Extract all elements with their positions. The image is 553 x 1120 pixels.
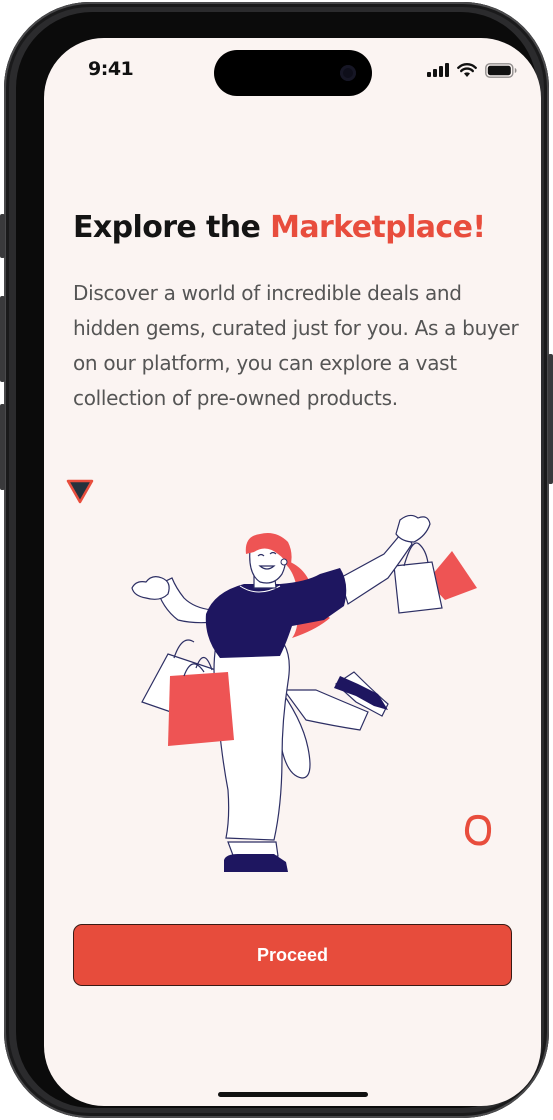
- blob-shape-icon: [464, 814, 492, 846]
- title-text: Explore the: [73, 210, 271, 245]
- title-accent-text: Marketplace!: [270, 210, 486, 245]
- standing-shoe-icon: [224, 854, 288, 872]
- home-indicator[interactable]: [218, 1092, 368, 1097]
- status-time: 9:41: [88, 58, 134, 80]
- status-bar: 9:41: [44, 38, 541, 98]
- action-button: [0, 214, 5, 258]
- front-camera-icon: [340, 65, 356, 81]
- battery-icon: [485, 62, 517, 78]
- proceed-button[interactable]: Proceed: [73, 924, 512, 986]
- triangle-shape-icon: [66, 479, 94, 504]
- wifi-icon: [457, 62, 477, 77]
- screen: 9:41 Explore the Marketplace! Discover a…: [44, 38, 541, 1106]
- power-button: [548, 354, 553, 484]
- cellular-signal-icon: [427, 63, 449, 77]
- description: Discover a world of incredible deals and…: [73, 281, 519, 410]
- page-title: Explore the Marketplace!: [73, 210, 486, 245]
- dynamic-island: [214, 50, 372, 96]
- bezel: 9:41 Explore the Marketplace! Discover a…: [16, 12, 541, 1108]
- shopping-woman-illustration: [66, 479, 492, 872]
- phone-frame: 9:41 Explore the Marketplace! Discover a…: [0, 2, 553, 1118]
- status-icons: [427, 60, 517, 80]
- volume-down-button: [0, 404, 5, 490]
- volume-up-button: [0, 296, 5, 382]
